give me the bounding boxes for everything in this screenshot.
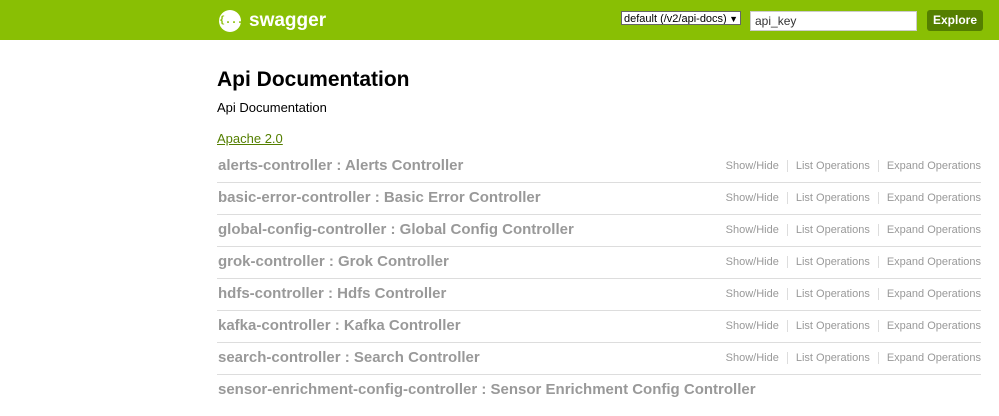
resource-name[interactable]: basic-error-controller : Basic Error Con… [218, 189, 541, 206]
resource-actions: Show/Hide List Operations Expand Operation… [726, 224, 981, 237]
show-hide-link[interactable]: Show/Hide [726, 192, 779, 204]
license-link[interactable]: Apache 2.0 [217, 131, 283, 146]
separator [877, 224, 879, 237]
resource-actions: Show/Hide List Operations Expand Operation… [726, 288, 981, 301]
resource-name[interactable]: sensor-enrichment-config-controller : Se… [218, 381, 756, 398]
list-operations-link[interactable]: List Operations [796, 224, 870, 236]
resource-name[interactable]: global-config-controller : Global Config… [218, 221, 574, 238]
resource-actions: Show/Hide List Operations Expand Operation… [726, 352, 981, 365]
resource-row: basic-error-controller : Basic Error Con… [217, 183, 981, 215]
api-description: Api Documentation [217, 100, 327, 115]
swagger-icon: {...} [219, 10, 249, 32]
list-operations-link[interactable]: List Operations [796, 288, 870, 300]
spec-select-value: default (/v2/api-docs) [624, 13, 727, 25]
separator [786, 192, 788, 205]
separator [877, 352, 879, 365]
separator [786, 288, 788, 301]
separator [786, 320, 788, 333]
resource-actions: Show/Hide List Operations Expand Operation… [726, 160, 981, 173]
separator [877, 288, 879, 301]
expand-operations-link[interactable]: Expand Operations [887, 224, 981, 236]
list-operations-link[interactable]: List Operations [796, 256, 870, 268]
resource-name[interactable]: hdfs-controller : Hdfs Controller [218, 285, 446, 302]
expand-operations-link[interactable]: Expand Operations [887, 352, 981, 364]
resource-row: search-controller : Search Controller Sh… [217, 343, 981, 375]
resource-name[interactable]: search-controller : Search Controller [218, 349, 480, 366]
separator [786, 352, 788, 365]
show-hide-link[interactable]: Show/Hide [726, 352, 779, 364]
explore-button[interactable]: Explore [927, 10, 983, 31]
resource-list: alerts-controller : Alerts Controller Sh… [217, 151, 981, 407]
show-hide-link[interactable]: Show/Hide [726, 256, 779, 268]
separator [877, 320, 879, 333]
separator [877, 160, 879, 173]
show-hide-link[interactable]: Show/Hide [726, 224, 779, 236]
resource-name[interactable]: grok-controller : Grok Controller [218, 253, 449, 270]
spec-select[interactable]: default (/v2/api-docs) ▼ [621, 11, 741, 25]
list-operations-link[interactable]: List Operations [796, 160, 870, 172]
resource-actions: Show/Hide List Operations Expand Operation… [726, 192, 981, 205]
resource-name[interactable]: kafka-controller : Kafka Controller [218, 317, 461, 334]
resource-row: sensor-enrichment-config-controller : Se… [217, 375, 981, 407]
resource-row: hdfs-controller : Hdfs Controller Show/H… [217, 279, 981, 311]
expand-operations-link[interactable]: Expand Operations [887, 192, 981, 204]
resource-row: global-config-controller : Global Config… [217, 215, 981, 247]
expand-operations-link[interactable]: Expand Operations [887, 288, 981, 300]
resource-row: kafka-controller : Kafka Controller Show… [217, 311, 981, 343]
swagger-logo[interactable]: {...} swagger [219, 9, 331, 33]
list-operations-link[interactable]: List Operations [796, 320, 870, 332]
separator [877, 192, 879, 205]
page-title: Api Documentation [217, 68, 410, 91]
top-bar: {...} swagger default (/v2/api-docs) ▼ E… [0, 0, 999, 40]
expand-operations-link[interactable]: Expand Operations [887, 160, 981, 172]
list-operations-link[interactable]: List Operations [796, 352, 870, 364]
logo-text: swagger [249, 10, 327, 31]
resource-name[interactable]: alerts-controller : Alerts Controller [218, 157, 463, 174]
resource-actions: Show/Hide List Operations Expand Operation… [726, 256, 981, 269]
api-key-input[interactable] [750, 11, 917, 31]
separator [786, 224, 788, 237]
expand-operations-link[interactable]: Expand Operations [887, 320, 981, 332]
resource-row: grok-controller : Grok Controller Show/H… [217, 247, 981, 279]
expand-operations-link[interactable]: Expand Operations [887, 256, 981, 268]
separator [877, 256, 879, 269]
list-operations-link[interactable]: List Operations [796, 192, 870, 204]
dropdown-arrow-icon: ▼ [729, 14, 738, 24]
resource-row: alerts-controller : Alerts Controller Sh… [217, 151, 981, 183]
resource-actions: Show/Hide List Operations Expand Operation… [726, 320, 981, 333]
show-hide-link[interactable]: Show/Hide [726, 320, 779, 332]
show-hide-link[interactable]: Show/Hide [726, 160, 779, 172]
separator [786, 160, 788, 173]
separator [786, 256, 788, 269]
show-hide-link[interactable]: Show/Hide [726, 288, 779, 300]
